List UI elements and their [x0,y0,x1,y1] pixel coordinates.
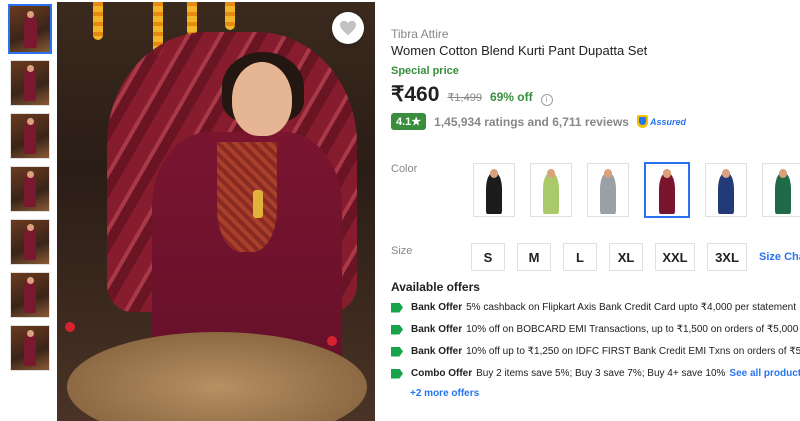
size-option-s[interactable]: S [471,243,505,271]
offer-tag-icon [391,302,403,313]
product-title: Women Cotton Blend Kurti Pant Dupatta Se… [391,43,648,58]
model-face [232,62,292,136]
assured-shield-icon [636,115,648,128]
thumbnail-4[interactable] [10,166,50,212]
offer-text: 10% off on BOBCARD EMI Transactions, up … [466,324,800,335]
thumbnail-strip [8,4,52,378]
offer-kind: Bank Offer [411,324,463,335]
offer-item: Combo Offer Buy 2 items save 5%; Buy 3 s… [391,368,800,379]
mrp-price: ₹1,499 [447,92,482,104]
color-label: Color [391,163,418,175]
marigold-decoration [187,2,197,36]
color-swatches [473,162,800,218]
thumbnail-5[interactable] [10,219,50,265]
color-swatch-black[interactable] [473,163,515,217]
size-option-3xl[interactable]: 3XL [707,243,747,271]
available-offers-title: Available offers [391,280,480,294]
offer-tag-icon [391,368,403,379]
offer-text: 5% cashback on Flipkart Axis Bank Credit… [466,302,796,313]
special-price-label: Special price [391,65,459,77]
color-swatch-green[interactable] [762,163,800,217]
rose-decoration [65,322,75,332]
offer-text: Buy 2 items save 5%; Buy 3 save 7%; Buy … [476,368,726,379]
color-swatch-maroon[interactable] [644,162,690,218]
size-option-xl[interactable]: XL [609,243,643,271]
tassel [253,190,263,218]
product-info-panel: Tibra Attire Women Cotton Blend Kurti Pa… [391,0,800,421]
price-info-icon[interactable]: i [540,93,553,106]
heart-icon [340,20,356,36]
offer-item: Bank Offer 10% off up to ₹1,250 on IDFC … [391,346,800,357]
size-option-l[interactable]: L [563,243,597,271]
assured-badge: Assured [636,115,686,128]
size-option-m[interactable]: M [517,243,551,271]
color-swatch-light-green[interactable] [530,163,572,217]
main-product-image[interactable] [57,2,375,421]
ratings-reviews-count[interactable]: 1,45,934 ratings and 6,711 reviews [434,115,629,129]
color-swatch-navy[interactable] [705,163,747,217]
rose-decoration [327,336,337,346]
selling-price: ₹460 [391,83,440,106]
size-chart-link[interactable]: Size Cha [759,251,800,263]
discount-percent: 69% off [489,90,533,104]
offer-text: 10% off up to ₹1,250 on IDFC FIRST Bank … [466,346,800,357]
offer-item: Bank Offer 10% off on BOBCARD EMI Transa… [391,324,800,335]
thumbnail-3[interactable] [10,113,50,159]
size-options: S M L XL XXL 3XL Size Cha [471,243,800,271]
offer-kind: Bank Offer [411,302,463,313]
thumbnail-7[interactable] [10,325,50,371]
offer-kind: Combo Offer [411,368,473,379]
offer-tag-icon [391,346,403,357]
thumbnail-2[interactable] [10,60,50,106]
rating-row: 4.1★ 1,45,934 ratings and 6,711 reviews … [391,113,686,130]
more-offers-link[interactable]: +2 more offers [410,388,479,399]
offer-item: Bank Offer 5% cashback on Flipkart Axis … [391,302,796,313]
brand-name[interactable]: Tibra Attire [391,27,449,41]
offer-kind: Bank Offer [411,346,463,357]
see-all-products-link[interactable]: See all products [729,368,800,379]
thumbnail-6[interactable] [10,272,50,318]
marigold-decoration [93,2,103,40]
kurta-yoke [217,142,277,252]
assured-label: Assured [649,116,686,127]
size-option-xxl[interactable]: XXL [655,243,695,271]
offer-tag-icon [391,324,403,335]
price-row: ₹460 ₹1,499 69% off i [391,82,553,107]
rating-badge: 4.1★ [391,113,427,130]
thumbnail-1[interactable] [8,4,52,54]
color-swatch-grey[interactable] [587,163,629,217]
wishlist-button[interactable] [332,12,364,44]
size-label: Size [391,245,413,257]
marigold-decoration [225,2,235,30]
